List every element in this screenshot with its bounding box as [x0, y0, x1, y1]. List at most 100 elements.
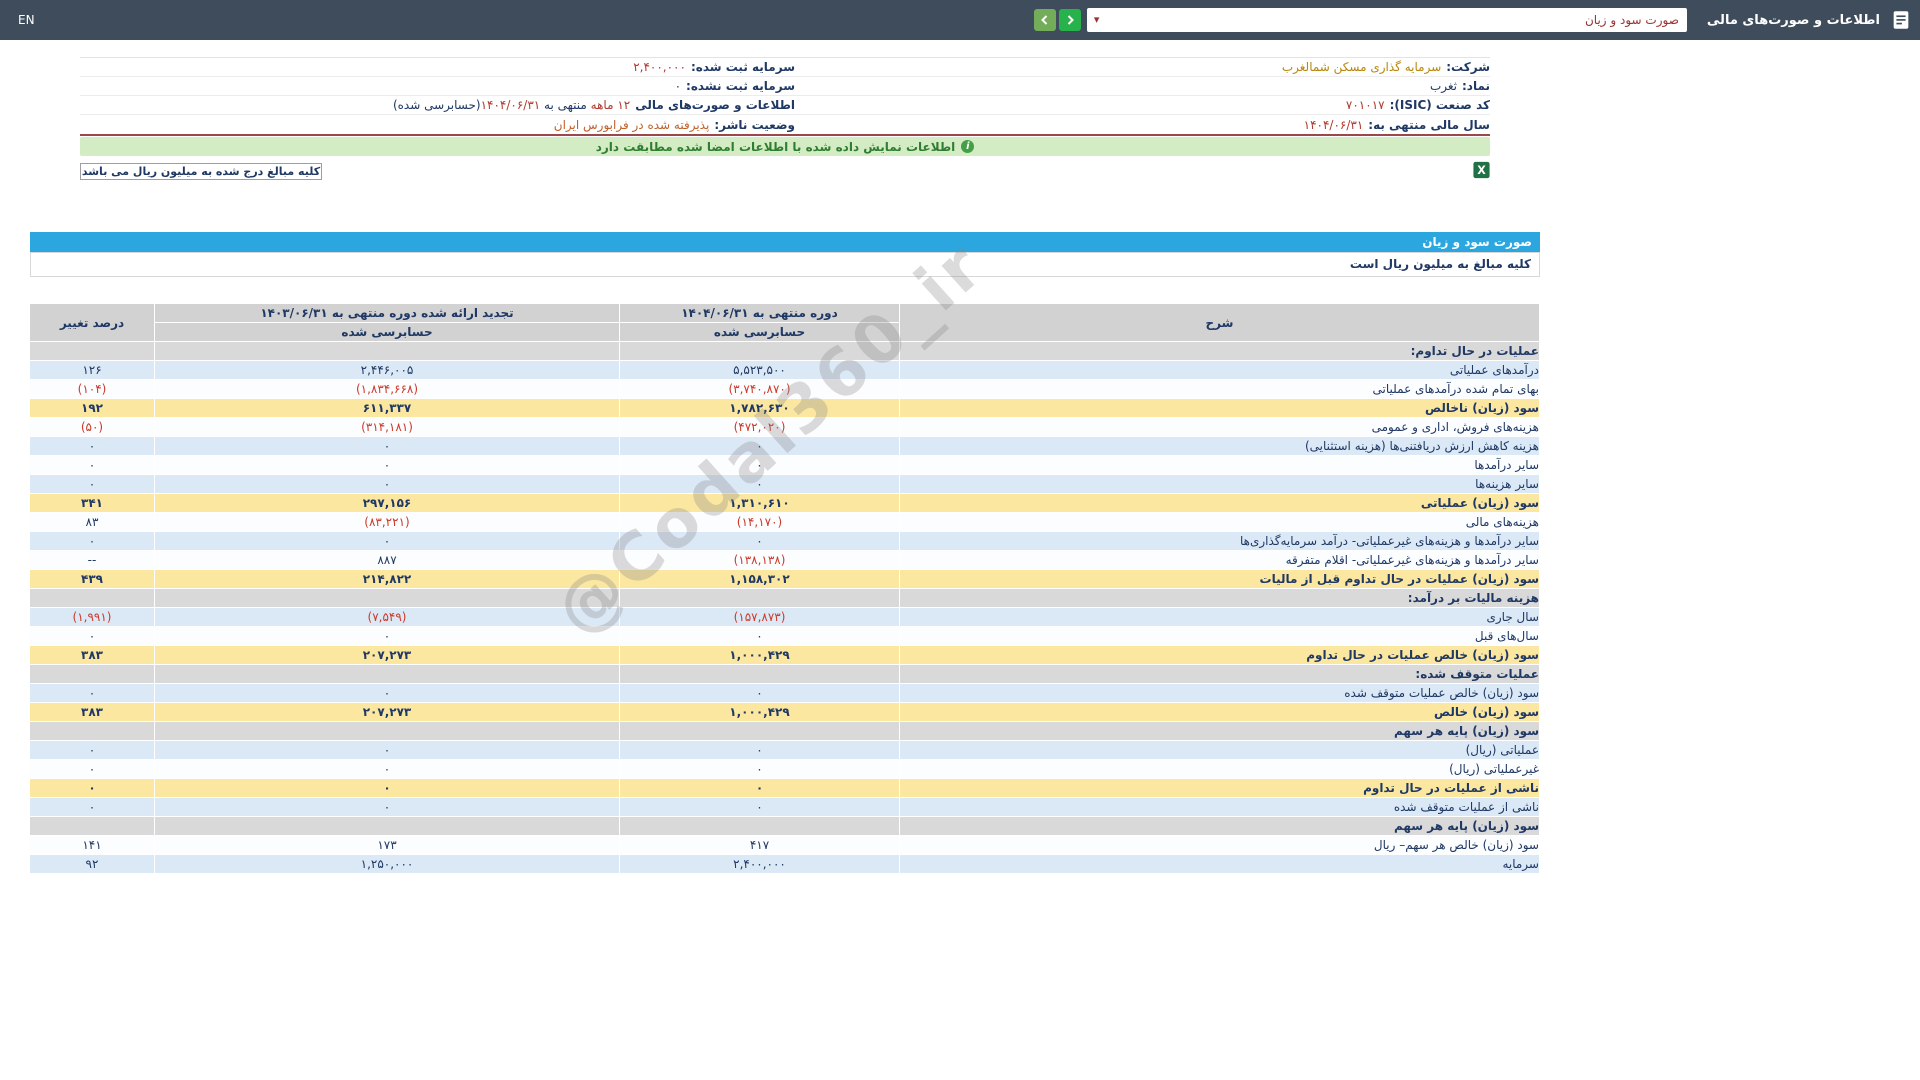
value-prior-cell: (۷,۵۴۹): [154, 607, 620, 627]
header-period-prior: تجدید ارائه شده دوره منتهی به ۱۴۰۳/۰۶/۳۱: [154, 303, 620, 323]
desc-cell: هزینه‌های فروش، اداری و عمومی: [899, 417, 1540, 437]
prev-report-button[interactable]: [1033, 9, 1056, 31]
value-current-cell: (۱۴,۱۷۰): [619, 512, 900, 532]
value-current-cell: ۱,۱۵۸,۳۰۲: [619, 569, 900, 589]
pct-change-cell: ۰: [30, 531, 155, 551]
table-row: هزینه کاهش ارزش دریافتنی‌ها (هزینه استثن…: [30, 436, 1540, 456]
info-label: سرمایه ثبت شده:: [690, 60, 795, 74]
statement-section: صورت سود و زیان کلیه مبالغ به میلیون ریا…: [30, 227, 1540, 893]
pct-change-cell: ۰: [30, 455, 155, 475]
value-current-cell: (۳,۷۴۰,۸۷۰): [619, 379, 900, 399]
pct-change-cell: (۱۰۴): [30, 379, 155, 399]
excel-export-icon[interactable]: X: [1473, 161, 1490, 183]
section-row: سود (زیان) پایه هر سهم: [30, 816, 1540, 836]
table-row: سود (زیان) خالص عملیات متوقف شده ۰ ۰ ۰: [30, 683, 1540, 703]
pct-change-cell: ۳۸۳: [30, 645, 155, 665]
value-current-cell: ۱,۰۰۰,۴۲۹: [619, 702, 900, 722]
table-row: سایر درآمدها و هزینه‌های غیرعملیاتی- اقل…: [30, 550, 1540, 570]
value-current-cell: (۱۳۸,۱۳۸): [619, 550, 900, 570]
desc-cell: هزینه کاهش ارزش دریافتنی‌ها (هزینه استثن…: [899, 436, 1540, 456]
info-left-cell: اطلاعات و صورت‌های مالی۱۲ ماهه منتهی به …: [80, 98, 795, 112]
value-prior-cell: [154, 341, 620, 361]
value-prior-cell: ۱۷۳: [154, 835, 620, 855]
value-current-cell: [619, 588, 900, 608]
report-type-select[interactable]: صورت سود و زیان ▾: [1086, 8, 1687, 32]
pct-change-cell: ۱۲۶: [30, 360, 155, 380]
value-prior-cell: ۰: [154, 531, 620, 551]
table-row: سود (زیان) خالص عملیات در حال تداوم ۱,۰۰۰…: [30, 645, 1540, 665]
next-report-button[interactable]: [1058, 9, 1081, 31]
pl-table-header: شرح دوره منتهی به ۱۴۰۴/۰۶/۳۱ تجدید ارائه…: [30, 303, 1540, 342]
info-value: ثغرب: [1429, 79, 1457, 93]
info-label: اطلاعات و صورت‌های مالی: [635, 98, 795, 112]
section-row: هزینه مالیات بر درآمد:: [30, 588, 1540, 608]
info-value: ۱۴۰۴/۰۶/۳۱: [1303, 117, 1364, 132]
table-row: سرمایه ۲,۴۰۰,۰۰۰ ۱,۲۵۰,۰۰۰ ۹۲: [30, 854, 1540, 874]
desc-cell: سود (زیان) خالص عملیات متوقف شده: [899, 683, 1540, 703]
value-prior-cell: ۰: [154, 740, 620, 760]
table-row: سایر درآمدها ۰ ۰ ۰: [30, 455, 1540, 475]
table-row: سود (زیان) خالص هر سهم– ریال ۴۱۷ ۱۷۳ ۱۴۱: [30, 835, 1540, 855]
desc-cell: سایر درآمدها و هزینه‌های غیرعملیاتی- درآ…: [899, 531, 1540, 551]
pct-change-cell: ۰: [30, 759, 155, 779]
company-info-body: شرکت: سرمایه گذاری مسکن شمالغرب سرمایه ثبت…: [80, 58, 1490, 134]
value-current-cell: [619, 341, 900, 361]
value-current-cell: ۰: [619, 626, 900, 646]
value-prior-cell: [154, 588, 620, 608]
info-left-cell: سرمایه ثبت نشده: ۰: [80, 79, 795, 93]
desc-cell: سود (زیان) پایه هر سهم: [899, 721, 1540, 741]
value-current-cell: ۰: [619, 759, 900, 779]
value-current-cell: [619, 664, 900, 684]
value-current-cell: ۰: [619, 455, 900, 475]
desc-cell: سود (زیان) عملیاتی: [899, 493, 1540, 513]
table-row: سایر هزینه‌ها ۰ ۰ ۰: [30, 474, 1540, 494]
value-prior-cell: ۸۸۷: [154, 550, 620, 570]
value-current-cell: ۰: [619, 531, 900, 551]
codal-logo-icon[interactable]: [1890, 9, 1912, 31]
svg-text:X: X: [1477, 164, 1486, 177]
desc-cell: سرمایه: [899, 854, 1540, 874]
pct-change-cell: (۵۰): [30, 417, 155, 437]
page-title: اطلاعات و صورت‌های مالی: [1706, 12, 1880, 28]
value-current-cell: ۰: [619, 474, 900, 494]
value-current-cell: ۰: [619, 740, 900, 760]
info-label: کد صنعت (ISIC):: [1389, 98, 1490, 112]
value-current-cell: ۰: [619, 436, 900, 456]
chevron-right-icon: [1067, 15, 1074, 25]
value-current-cell: ۰: [619, 683, 900, 703]
value-current-cell: ۵,۵۲۳,۵۰۰: [619, 360, 900, 380]
header-period-current: دوره منتهی به ۱۴۰۴/۰۶/۳۱: [619, 303, 900, 323]
desc-cell: غیرعملیاتی (ریال): [899, 759, 1540, 779]
signature-match-banner: i اطلاعات نمایش داده شده با اطلاعات امضا…: [80, 137, 1490, 156]
banner-text: اطلاعات نمایش داده شده با اطلاعات امضا ش…: [595, 139, 956, 154]
value-current-cell: ۰: [619, 778, 900, 798]
table-row: سود (زیان) خالص ۱,۰۰۰,۴۲۹ ۲۰۷,۲۷۳ ۳۸۳: [30, 702, 1540, 722]
pct-change-cell: ۹۲: [30, 854, 155, 874]
value-prior-cell: ۶۱۱,۳۳۷: [154, 398, 620, 418]
header-audited-current: حسابرسی شده: [619, 322, 900, 342]
desc-cell: سود (زیان) عملیات در حال تداوم قبل از ما…: [899, 569, 1540, 589]
company-info-row: نماد: ثغرب سرمایه ثبت نشده: ۰: [80, 77, 1490, 96]
note-row: کلیه مبالغ درج شده به میلیون ریال می باش…: [80, 161, 1490, 183]
value-prior-cell: (۳۱۴,۱۸۱): [154, 417, 620, 437]
table-row: هزینه‌های فروش، اداری و عمومی (۴۷۲,۰۲۰) (۳…: [30, 417, 1540, 437]
desc-cell: سایر درآمدها: [899, 455, 1540, 475]
pct-change-cell: (۱,۹۹۱): [30, 607, 155, 627]
pct-change-cell: ۰: [30, 683, 155, 703]
info-value: منتهی به: [540, 98, 587, 112]
company-info-row: سال مالی منتهی به: ۱۴۰۴/۰۶/۳۱ وضعیت ناشر: پ…: [80, 115, 1490, 134]
value-prior-cell: ۰: [154, 778, 620, 798]
value-current-cell: ۲,۴۰۰,۰۰۰: [619, 854, 900, 874]
value-prior-cell: [154, 721, 620, 741]
table-row: سایر درآمدها و هزینه‌های غیرعملیاتی- درآ…: [30, 531, 1540, 551]
table-row: سال جاری (۱۵۷,۸۷۳) (۷,۵۴۹) (۱,۹۹۱): [30, 607, 1540, 627]
value-prior-cell: ۲۰۷,۲۷۳: [154, 702, 620, 722]
language-toggle[interactable]: EN: [18, 13, 35, 27]
pct-change-cell: --: [30, 550, 155, 570]
report-select-value: صورت سود و زیان: [1584, 13, 1679, 27]
value-prior-cell: ۰: [154, 436, 620, 456]
desc-cell: عملیاتی (ریال): [899, 740, 1540, 760]
info-label: سال مالی منتهی به:: [1368, 117, 1490, 132]
info-right-cell: نماد: ثغرب: [795, 79, 1490, 93]
table-row: سال‌های قبل ۰ ۰ ۰: [30, 626, 1540, 646]
